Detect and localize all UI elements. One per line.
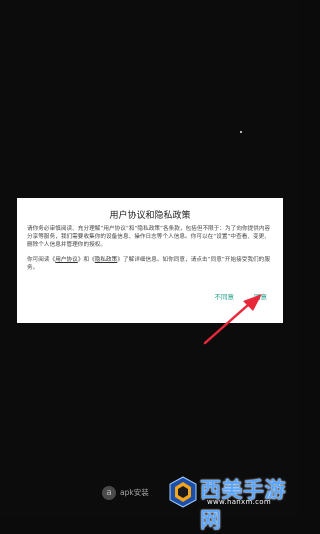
red-arrow-annotation: [203, 294, 262, 345]
apk-label: apk安装: [120, 488, 149, 497]
watermark-url: www.hanxm.com: [207, 498, 271, 506]
watermark-logo-icon: [169, 476, 197, 508]
apk-logo-icon: a: [102, 486, 116, 500]
